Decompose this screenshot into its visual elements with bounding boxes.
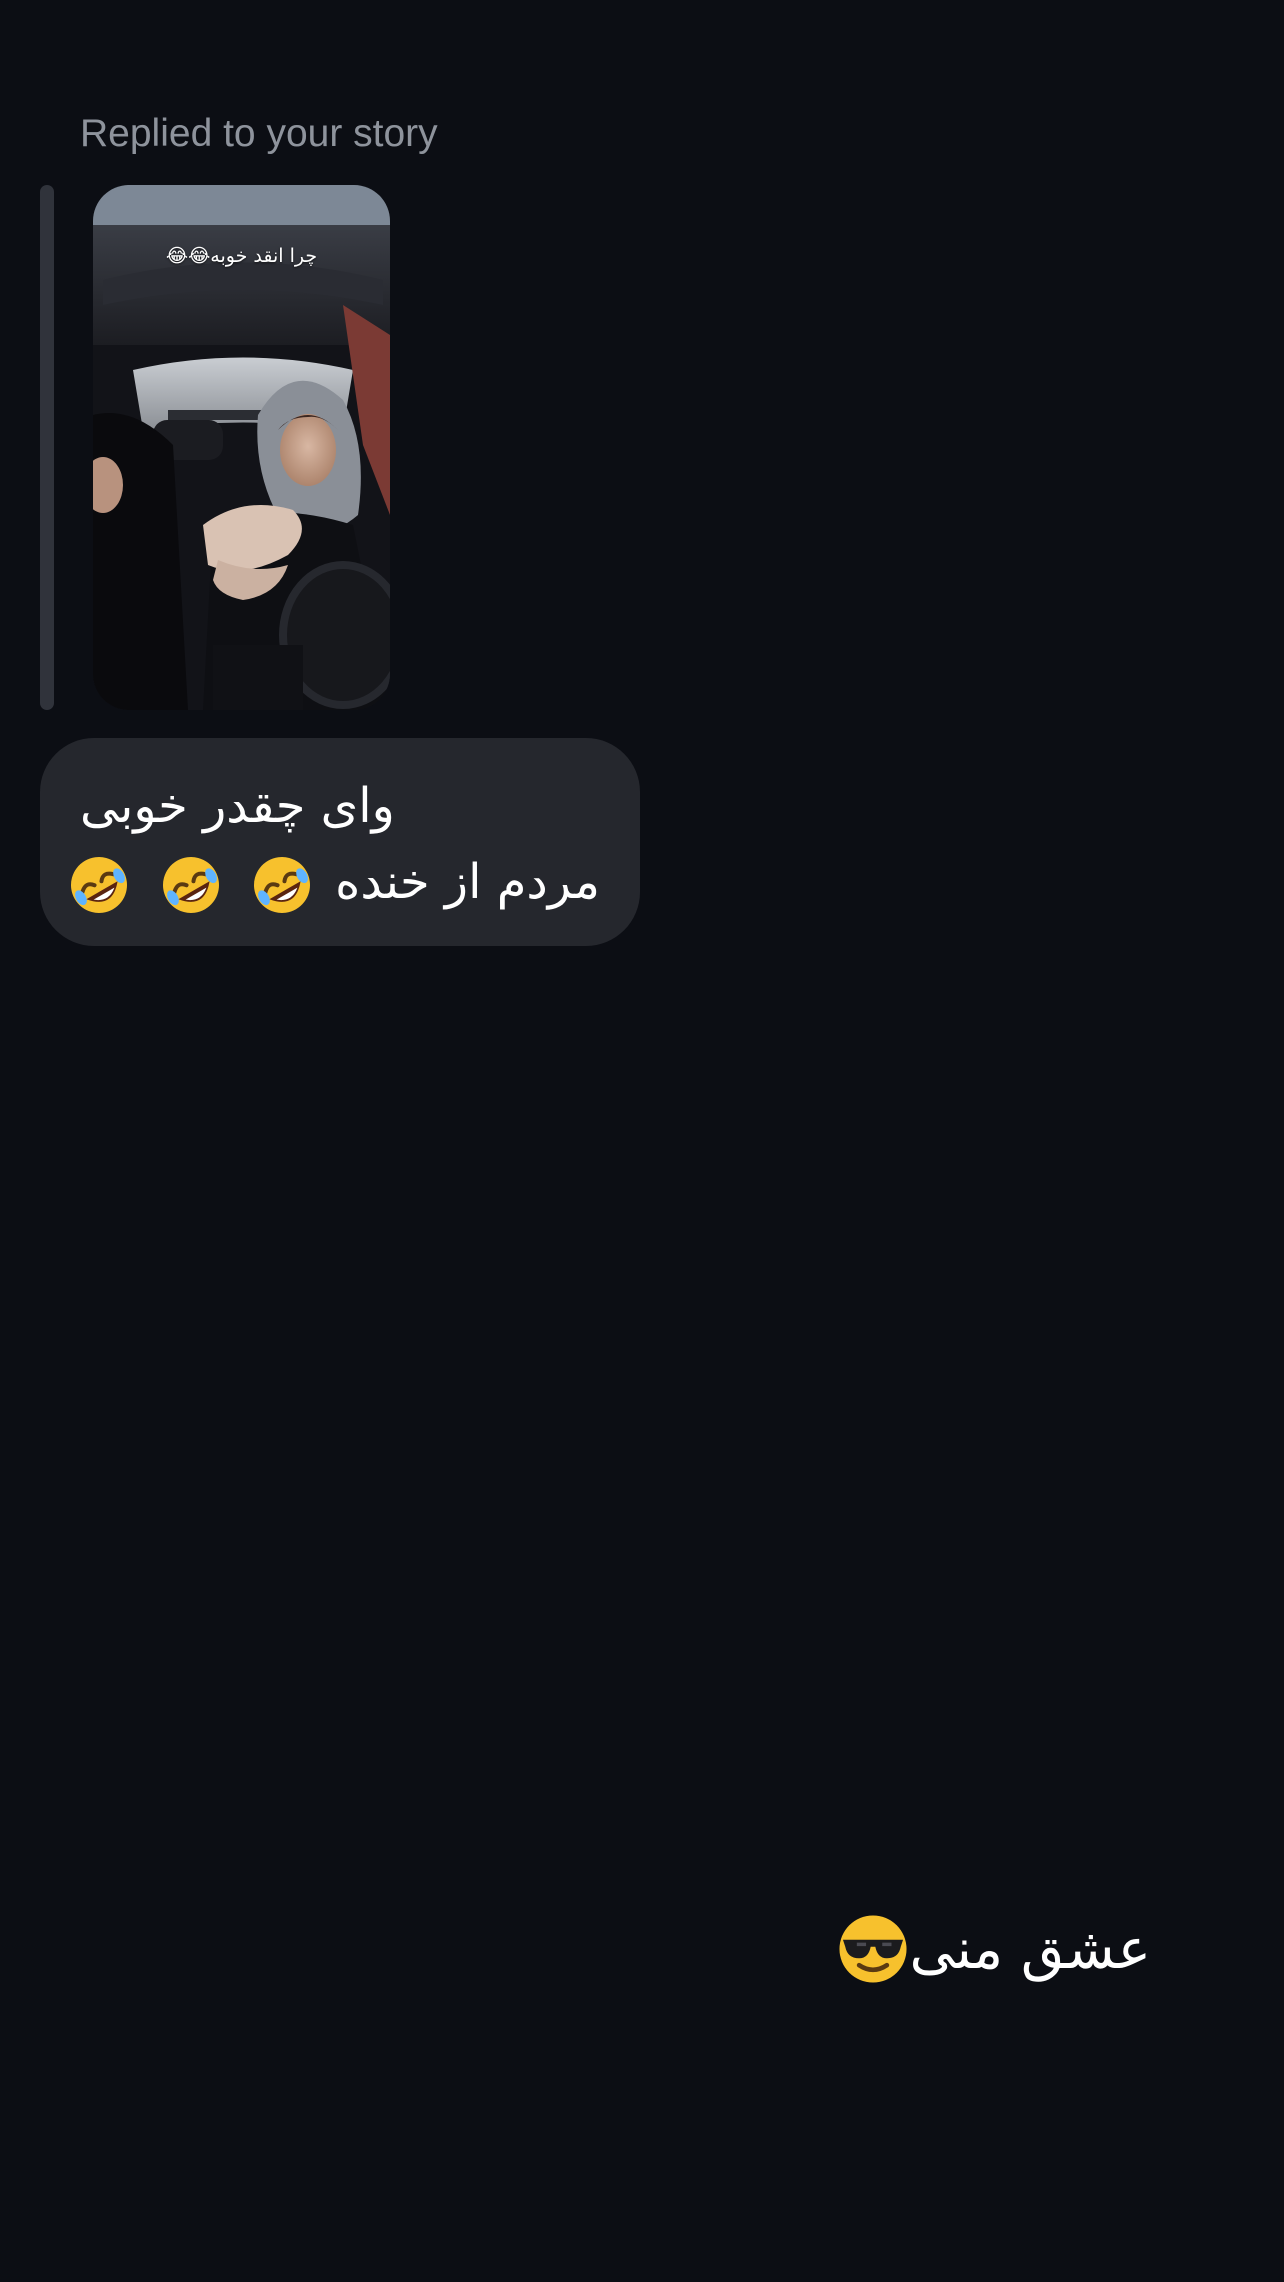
story-reply-bar <box>40 185 54 710</box>
rolling-on-floor-laughing-icon <box>159 853 223 917</box>
rolling-on-floor-laughing-icon <box>67 853 131 917</box>
sent-message[interactable]: عشق منی <box>836 1912 1151 1986</box>
received-message-bubble[interactable]: وای چقدر خوبی مردم از خنده <box>40 738 640 946</box>
received-message-line-2: مردم از خنده <box>335 854 600 910</box>
story-caption: چرا انقد خوبه😂😂 <box>165 245 318 267</box>
sent-message-text: عشق منی <box>909 1916 1151 1982</box>
received-message-line-2-row: مردم از خنده <box>61 844 600 920</box>
received-message-line-1: وای چقدر خوبی <box>80 778 395 834</box>
story-thumbnail[interactable]: چرا انقد خوبه😂😂 <box>93 185 390 710</box>
smiling-face-with-sunglasses-icon <box>836 1912 910 1986</box>
rolling-on-floor-laughing-icon <box>250 853 314 917</box>
story-reply-label: Replied to your story <box>80 112 438 155</box>
